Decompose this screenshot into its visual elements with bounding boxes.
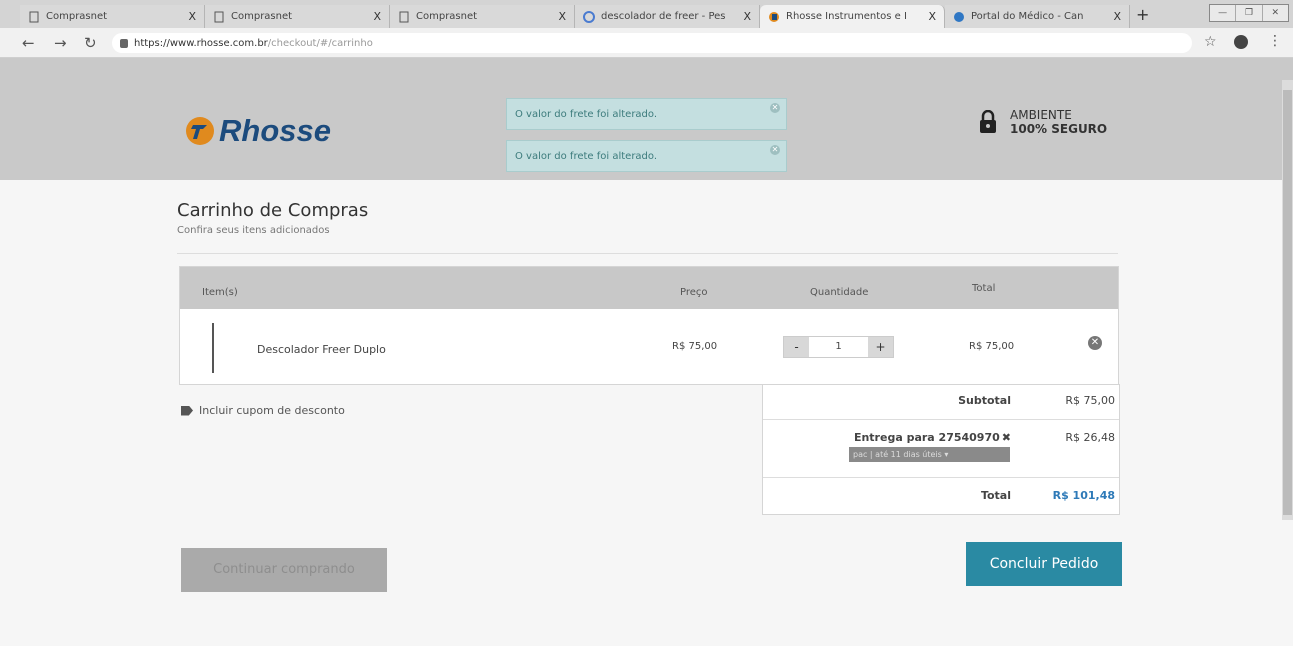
page-subtitle: Confira seus itens adicionados	[177, 225, 330, 236]
tab-close-icon[interactable]: X	[558, 10, 566, 23]
profile-icon[interactable]	[1234, 35, 1248, 49]
site-header: Rhosse O valor do frete foi alterado. ✕ …	[0, 58, 1293, 180]
shipping-option-select[interactable]: pac | até 11 dias úteis ▾	[849, 447, 1010, 462]
close-window-icon[interactable]: ✕	[1263, 5, 1288, 21]
rhosse-logo-icon	[186, 117, 214, 145]
minimize-icon[interactable]: —	[1210, 5, 1237, 21]
shipping-option-value: pac | até 11 dias úteis	[853, 450, 942, 459]
col-price: Preço	[680, 287, 708, 298]
alert-close-icon[interactable]: ✕	[770, 103, 780, 113]
shipping-value: R$ 26,48	[1065, 431, 1115, 444]
new-tab-button[interactable]: +	[1136, 5, 1149, 24]
browser-tab[interactable]: Comprasnet X	[205, 5, 390, 28]
col-total: Total	[972, 283, 996, 294]
coupon-label: Incluir cupom de desconto	[199, 404, 345, 417]
total-label: Total	[980, 489, 1011, 502]
browser-tab[interactable]: Comprasnet X	[390, 5, 575, 28]
divider	[177, 253, 1118, 254]
remove-cep-icon[interactable]: ✖	[1002, 431, 1011, 444]
qty-decrease-button[interactable]: -	[784, 337, 809, 357]
tag-icon	[181, 405, 193, 416]
reload-icon[interactable]: ↻	[84, 34, 97, 52]
logo-text: Rhosse	[219, 113, 331, 148]
remove-item-icon[interactable]: ✕	[1088, 336, 1102, 350]
menu-icon[interactable]: ⋮	[1268, 33, 1282, 49]
shipping-label-group: Entrega para 27540970 ✖	[854, 431, 1011, 444]
url-path: /checkout/#/carrinho	[267, 37, 373, 49]
shipping-label: Entrega para 27540970	[853, 431, 1000, 444]
col-item: Item(s)	[202, 287, 238, 298]
secure-badge: AMBIENTE 100% SEGURO	[980, 108, 1107, 136]
table-row: Descolador Freer Duplo R$ 75,00 - 1 + R$…	[180, 309, 1118, 384]
subtotal-label: Subtotal	[958, 394, 1011, 407]
secure-line2: 100% SEGURO	[1010, 122, 1108, 136]
padlock-icon	[980, 110, 996, 133]
alert-close-icon[interactable]: ✕	[770, 145, 780, 155]
browser-tab[interactable]: Portal do Médico - Can X	[945, 5, 1130, 28]
product-thumbnail[interactable]	[212, 323, 214, 373]
cart-table-header: Item(s) Preço Quantidade Total	[180, 267, 1118, 309]
url-host: https://www.rhosse.com.br	[134, 37, 268, 49]
google-icon	[583, 10, 595, 23]
summary-shipping-row: Entrega para 27540970 ✖ R$ 26,48 pac | at…	[763, 420, 1119, 478]
doc-icon	[398, 11, 410, 23]
qty-increase-button[interactable]: +	[868, 337, 893, 357]
shipping-alert: O valor do frete foi alterado. ✕	[506, 140, 787, 172]
alert-text: O valor do frete foi alterado.	[515, 151, 658, 162]
tab-label: Comprasnet	[416, 11, 478, 22]
summary-total-row: Total R$ 101,48	[763, 478, 1119, 514]
tab-close-icon[interactable]: X	[928, 10, 936, 23]
shipping-alert: O valor do frete foi alterado. ✕	[506, 98, 787, 130]
rhosse-icon	[768, 11, 780, 23]
browser-tab[interactable]: Comprasnet X	[20, 5, 205, 28]
lock-icon	[120, 38, 128, 48]
tab-close-icon[interactable]: X	[743, 10, 751, 23]
tab-label: Comprasnet	[46, 11, 108, 22]
quantity-stepper: - 1 +	[783, 336, 894, 358]
qty-input[interactable]: 1	[809, 337, 868, 357]
back-icon[interactable]: ←	[22, 34, 35, 52]
product-total: R$ 75,00	[969, 341, 1015, 352]
rhosse-logo[interactable]: Rhosse	[185, 113, 331, 149]
product-price: R$ 75,00	[672, 341, 718, 352]
window-controls: — ❐ ✕	[1209, 4, 1289, 22]
browser-tabbar: Comprasnet X Comprasnet X Comprasnet X d…	[0, 0, 1293, 28]
doc-icon	[213, 11, 225, 23]
browser-tab[interactable]: descolador de freer - Pes X	[575, 5, 760, 28]
tab-label: Comprasnet	[231, 11, 293, 22]
tab-close-icon[interactable]: X	[1113, 10, 1121, 23]
secure-line1: AMBIENTE	[1010, 108, 1072, 122]
tab-label: Portal do Médico - Can	[971, 11, 1084, 22]
url-bar[interactable]: https://www.rhosse.com.br /checkout/#/ca…	[112, 33, 1192, 53]
restore-icon[interactable]: ❐	[1236, 5, 1263, 21]
summary-subtotal-row: Subtotal R$ 75,00	[763, 385, 1119, 420]
doc-icon	[28, 11, 40, 23]
tab-label: descolador de freer - Pes	[601, 11, 726, 22]
subtotal-value: R$ 75,00	[1065, 394, 1115, 407]
cart-table: Item(s) Preço Quantidade Total Descolado…	[179, 266, 1119, 385]
coupon-link[interactable]: Incluir cupom de desconto	[181, 404, 345, 417]
browser-tab-active[interactable]: Rhosse Instrumentos e I X	[760, 5, 945, 28]
page-title: Carrinho de Compras	[177, 200, 369, 221]
browser-toolbar: ← → ↻ https://www.rhosse.com.br /checkou…	[0, 28, 1293, 58]
order-summary: Subtotal R$ 75,00 Entrega para 27540970 ✖…	[762, 384, 1120, 515]
col-quantity: Quantidade	[810, 287, 869, 298]
scrollbar-thumb[interactable]	[1283, 90, 1292, 515]
tab-label: Rhosse Instrumentos e I	[786, 11, 907, 22]
bookmark-star-icon[interactable]: ☆	[1204, 34, 1217, 50]
portal-icon	[953, 11, 965, 23]
finish-order-button[interactable]: Concluir Pedido	[966, 542, 1122, 586]
forward-icon[interactable]: →	[54, 34, 67, 52]
chevron-down-icon: ▾	[944, 450, 949, 459]
total-value: R$ 101,48	[1052, 489, 1115, 502]
alert-text: O valor do frete foi alterado.	[515, 109, 658, 120]
tab-close-icon[interactable]: X	[188, 10, 196, 23]
continue-shopping-button[interactable]: Continuar comprando	[181, 548, 387, 592]
tab-close-icon[interactable]: X	[373, 10, 381, 23]
product-name[interactable]: Descolador Freer Duplo	[257, 343, 386, 356]
